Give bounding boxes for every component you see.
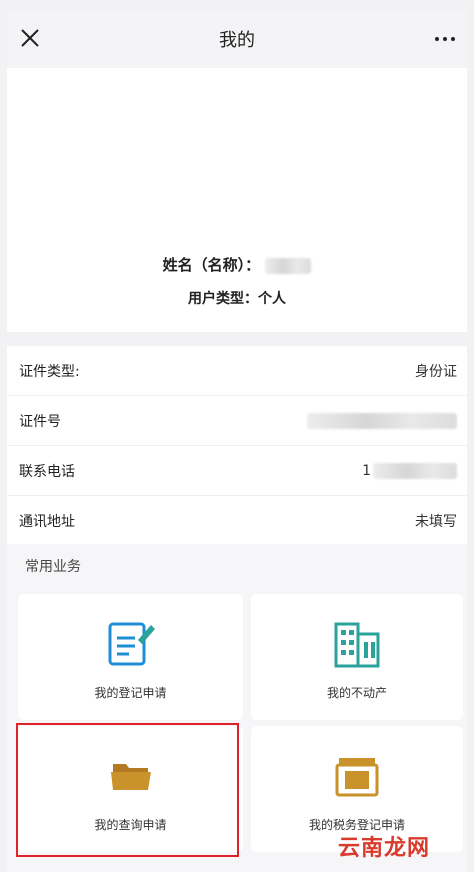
info-label: 联系电话 <box>19 463 75 480</box>
name-label: 姓名（名称）： <box>162 256 261 274</box>
info-row-id-type: 证件类型: 身份证 <box>7 346 467 396</box>
section-heading: 常用业务 <box>25 559 81 575</box>
info-value-phone: 1 <box>362 462 457 479</box>
page-title: 我的 <box>219 30 255 51</box>
highlight-box <box>16 723 239 857</box>
service-label: 我的不动产 <box>326 686 387 700</box>
info-row-phone: 联系电话 1 <box>7 446 467 496</box>
service-label: 我的登记申请 <box>94 686 167 700</box>
info-value-redacted <box>307 412 457 429</box>
close-icon[interactable] <box>19 27 41 49</box>
tax-box-icon <box>335 758 379 797</box>
info-value: 未填写 <box>415 513 457 530</box>
name-redacted <box>265 257 312 274</box>
profile-card: 姓名（名称）： 用户类型：个人 <box>7 68 467 332</box>
info-label: 通讯地址 <box>19 513 75 530</box>
watermark: 云南龙网 <box>338 836 431 861</box>
info-row-id-number: 证件号 <box>7 396 467 446</box>
info-label: 证件类型: <box>19 363 80 380</box>
info-list: 证件类型: 身份证 证件号 联系电话 1 通讯地址 未填写 <box>7 346 467 545</box>
building-icon <box>334 622 380 668</box>
document-edit-icon <box>108 622 155 666</box>
info-row-address: 通讯地址 未填写 <box>7 496 467 545</box>
info-label: 证件号 <box>19 413 61 430</box>
name-row: 姓名（名称）： <box>7 254 467 275</box>
service-registration-apply[interactable]: 我的登记申请 <box>18 594 243 720</box>
info-value: 身份证 <box>415 363 457 380</box>
user-type: 用户类型：个人 <box>188 291 286 307</box>
service-my-property[interactable]: 我的不动产 <box>251 594 463 720</box>
top-bar: 我的 <box>7 10 467 68</box>
more-icon[interactable] <box>435 37 455 41</box>
